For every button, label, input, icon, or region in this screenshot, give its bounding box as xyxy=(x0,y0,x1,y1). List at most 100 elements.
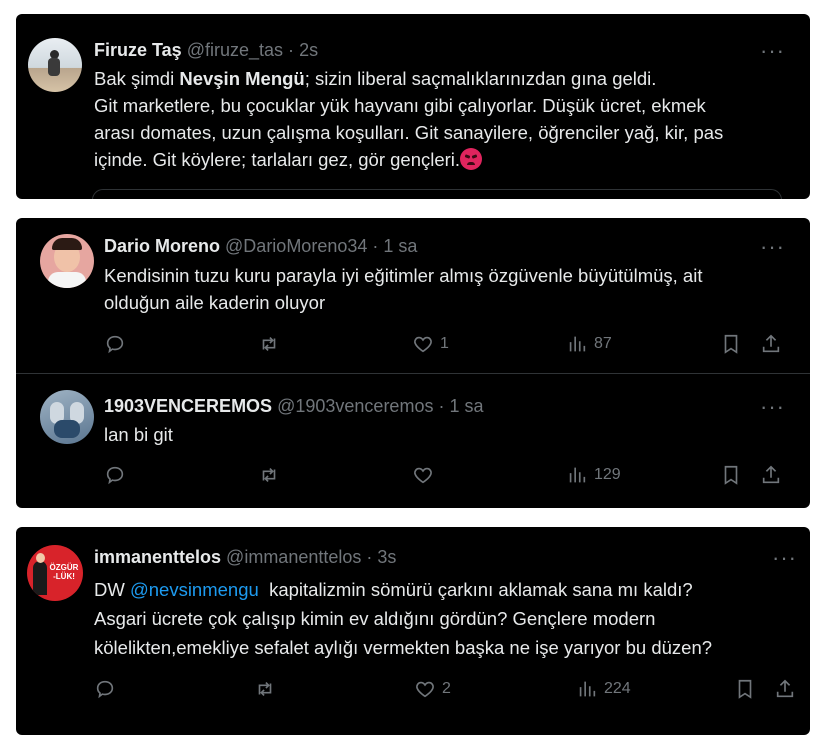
tweet-line: lan bi git xyxy=(104,424,173,445)
retweet-icon xyxy=(262,467,276,483)
tweet-line: Asgari ücrete çok çalışıp kimin ev aldığ… xyxy=(94,608,656,629)
separator: · xyxy=(372,236,379,256)
quoted-tweet-border[interactable] xyxy=(92,189,782,199)
separator: · xyxy=(366,547,373,567)
bookmark-icon xyxy=(724,465,738,485)
timestamp[interactable]: 2s xyxy=(299,40,318,60)
tweet-actions: 2 224 xyxy=(94,678,804,702)
author-handle[interactable]: @immanenttelos xyxy=(226,547,361,567)
tweet-card-immanenttelos: ÖZGÜR-LÜK! immanenttelos @immanenttelos … xyxy=(16,527,810,735)
like-button[interactable]: 1 xyxy=(412,333,449,355)
retweet-button[interactable] xyxy=(258,464,280,486)
share-icon xyxy=(762,465,780,484)
author-name[interactable]: immanenttelos xyxy=(94,547,221,567)
view-count: 224 xyxy=(604,680,631,697)
more-options-icon[interactable]: ··· xyxy=(772,547,797,569)
like-count: 2 xyxy=(442,680,451,697)
tweet-line: Bak şimdi Nevşin Mengü; sizin liberal sa… xyxy=(94,65,794,92)
avatar[interactable]: ÖZGÜR-LÜK! xyxy=(27,545,83,601)
author-handle[interactable]: @DarioMoreno34 xyxy=(225,236,367,256)
author-name[interactable]: Firuze Taş xyxy=(94,40,182,60)
tweet-line: kölelikten,emekliye sefalet aylığı verme… xyxy=(94,637,713,658)
view-count: 129 xyxy=(594,466,621,483)
author-name[interactable]: Dario Moreno xyxy=(104,236,220,256)
author-handle[interactable]: @firuze_tas xyxy=(187,40,283,60)
text-segment: ; sizin liberal saçmalıklarınızdan gına … xyxy=(304,68,657,89)
reply-icon xyxy=(106,466,124,485)
author-name[interactable]: 1903VENCEREMOS xyxy=(104,396,272,416)
mention-link[interactable]: @nevsinmengu xyxy=(130,579,259,600)
views-icon xyxy=(569,336,586,352)
retweet-button[interactable] xyxy=(258,333,280,355)
avatar[interactable] xyxy=(28,38,82,92)
reply-icon xyxy=(96,680,114,699)
share-button[interactable] xyxy=(774,678,796,700)
retweet-icon xyxy=(258,681,272,697)
timestamp[interactable]: 1 sa xyxy=(383,236,417,256)
share-button[interactable] xyxy=(760,464,782,486)
views-icon xyxy=(579,681,596,697)
separator: · xyxy=(438,396,445,416)
heart-icon xyxy=(414,336,432,353)
separator: · xyxy=(288,40,295,60)
mentioned-name: Nevşin Mengü xyxy=(179,68,305,89)
tweet-line: Kendisinin tuzu kuru parayla iyi eğitiml… xyxy=(104,265,703,286)
more-options-icon[interactable]: ··· xyxy=(760,40,785,62)
tweet-header: 1903VENCEREMOS @1903venceremos · 1 sa xyxy=(104,396,484,417)
reply-button[interactable] xyxy=(104,333,126,355)
bookmark-button[interactable] xyxy=(734,678,756,700)
heart-icon xyxy=(416,681,434,698)
like-button[interactable] xyxy=(412,464,434,486)
views-button[interactable]: 129 xyxy=(566,464,621,486)
tweet-thread-card: Dario Moreno @DarioMoreno34 · 1 sa ··· K… xyxy=(16,218,810,508)
text-segment: Bak şimdi xyxy=(94,68,180,89)
tweet-line: Git marketlere, bu çocuklar yük hayvanı … xyxy=(94,95,706,116)
tweet-actions: 1 87 xyxy=(104,333,794,357)
text-segment: içinde. Git köylere; tarlaları gez, gör … xyxy=(94,149,461,170)
tweet-1903venceremos[interactable]: 1903VENCEREMOS @1903venceremos · 1 sa ··… xyxy=(16,374,810,508)
share-button[interactable] xyxy=(760,333,782,355)
tweet-actions: 129 xyxy=(104,464,794,488)
tweet-card-firuze: Firuze Taş @firuze_tas · 2s ··· Bak şimd… xyxy=(16,14,810,199)
share-icon xyxy=(776,679,794,698)
tweet-header: Dario Moreno @DarioMoreno34 · 1 sa xyxy=(104,236,417,257)
bookmark-button[interactable] xyxy=(720,333,742,355)
views-button[interactable]: 87 xyxy=(566,333,612,355)
tweet-text: Bak şimdi Nevşin Mengü; sizin liberal sa… xyxy=(94,65,794,173)
like-button[interactable]: 2 xyxy=(414,678,451,700)
text-segment: DW xyxy=(94,579,130,600)
reply-button[interactable] xyxy=(104,464,126,486)
view-count: 87 xyxy=(594,335,612,352)
timestamp[interactable]: 3s xyxy=(377,547,396,567)
tweet-dario[interactable]: Dario Moreno @DarioMoreno34 · 1 sa ··· K… xyxy=(16,218,810,373)
tweet-line: arası domates, uzun çalışma koşulları. G… xyxy=(94,122,724,143)
avatar[interactable] xyxy=(40,234,94,288)
tweet-line: DW @nevsinmengu kapitalizmin sömürü çark… xyxy=(94,575,804,604)
tweet-text: lan bi git xyxy=(104,421,794,448)
timestamp[interactable]: 1 sa xyxy=(449,396,483,416)
tweet-text: Kendisinin tuzu kuru parayla iyi eğitiml… xyxy=(104,262,794,316)
tweet-header: immanenttelos @immanenttelos · 3s xyxy=(94,547,396,568)
views-icon xyxy=(569,467,586,483)
angry-face-emoji xyxy=(460,148,483,170)
tweet-line: içinde. Git köylere; tarlaları gez, gör … xyxy=(94,146,794,173)
tweet-header: Firuze Taş @firuze_tas · 2s xyxy=(94,40,318,61)
author-handle[interactable]: @1903venceremos xyxy=(277,396,433,416)
like-count: 1 xyxy=(440,335,449,352)
bookmark-icon xyxy=(738,679,752,699)
share-icon xyxy=(762,334,780,353)
retweet-icon xyxy=(262,336,276,352)
text-segment: kapitalizmin sömürü çarkını aklamak sana… xyxy=(258,579,693,600)
bookmark-button[interactable] xyxy=(720,464,742,486)
more-options-icon[interactable]: ··· xyxy=(760,236,785,258)
reply-icon xyxy=(106,335,124,354)
reply-button[interactable] xyxy=(94,678,116,700)
tweet-text: DW @nevsinmengu kapitalizmin sömürü çark… xyxy=(94,575,804,662)
avatar-logo-text: ÖZGÜR-LÜK! xyxy=(49,563,79,581)
heart-icon xyxy=(414,467,432,484)
retweet-button[interactable] xyxy=(254,678,276,700)
tweet-line: olduğun aile kaderin oluyor xyxy=(104,292,326,313)
more-options-icon[interactable]: ··· xyxy=(760,396,785,418)
views-button[interactable]: 224 xyxy=(576,678,631,700)
avatar[interactable] xyxy=(40,390,94,444)
